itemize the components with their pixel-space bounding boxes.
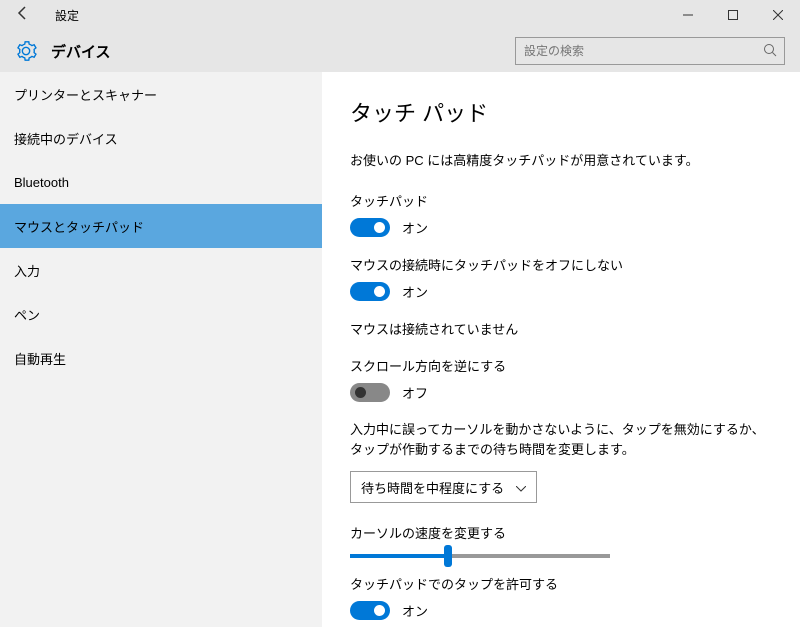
back-button[interactable] — [15, 5, 45, 26]
search-box — [515, 37, 785, 65]
page-title: タッチ パッド — [350, 96, 770, 128]
delay-dropdown[interactable]: 待ち時間を中程度にする — [350, 471, 537, 503]
tap-allow-state: オン — [402, 601, 428, 620]
close-icon — [773, 10, 783, 20]
sidebar-item-label: Bluetooth — [14, 175, 69, 190]
gear-icon — [15, 40, 37, 62]
cursor-speed-label: カーソルの速度を変更する — [350, 523, 770, 542]
sidebar-item-label: ペン — [14, 305, 40, 324]
sidebar-item-pen[interactable]: ペン — [0, 292, 322, 336]
scroll-reverse-state: オフ — [402, 383, 428, 402]
touchpad-toggle[interactable] — [350, 218, 390, 237]
sidebar-item-typing[interactable]: 入力 — [0, 248, 322, 292]
toggle-knob-icon — [374, 605, 385, 616]
toggle-knob-icon — [355, 387, 366, 398]
toggle-knob-icon — [374, 286, 385, 297]
tap-allow-label: タッチパッドでのタップを許可する — [350, 574, 770, 593]
toggle-knob-icon — [374, 222, 385, 233]
maximize-button[interactable] — [710, 0, 755, 30]
titlebar: 設定 — [0, 0, 800, 30]
slider-fill — [350, 554, 448, 558]
close-button[interactable] — [755, 0, 800, 30]
touchpad-label: タッチパッド — [350, 191, 770, 210]
dropdown-value: 待ち時間を中程度にする — [361, 478, 504, 497]
arrow-left-icon — [15, 5, 31, 21]
scroll-reverse-label: スクロール方向を逆にする — [350, 356, 770, 375]
sidebar-item-printers[interactable]: プリンターとスキャナー — [0, 72, 322, 116]
header: デバイス — [0, 30, 800, 72]
chevron-down-icon — [516, 480, 526, 495]
content-pane: タッチ パッド お使いの PC には高精度タッチパッドが用意されています。 タッ… — [322, 72, 800, 627]
header-title: デバイス — [51, 41, 111, 62]
search-input[interactable] — [515, 37, 785, 65]
sidebar-item-label: プリンターとスキャナー — [14, 85, 157, 104]
sidebar-item-bluetooth[interactable]: Bluetooth — [0, 160, 322, 204]
slider-thumb[interactable] — [444, 545, 452, 567]
sidebar-item-connected-devices[interactable]: 接続中のデバイス — [0, 116, 322, 160]
minimize-icon — [683, 10, 693, 20]
window-title: 設定 — [55, 7, 79, 24]
mouse-off-label: マウスの接続時にタッチパッドをオフにしない — [350, 255, 770, 274]
tap-allow-toggle[interactable] — [350, 601, 390, 620]
minimize-button[interactable] — [665, 0, 710, 30]
sidebar-item-label: マウスとタッチパッド — [14, 217, 144, 236]
sidebar: プリンターとスキャナー 接続中のデバイス Bluetooth マウスとタッチパッ… — [0, 72, 322, 627]
maximize-icon — [728, 10, 738, 20]
window-controls — [665, 0, 800, 30]
sidebar-item-mouse-touchpad[interactable]: マウスとタッチパッド — [0, 204, 322, 248]
mouse-status: マウスは接続されていません — [350, 319, 770, 338]
search-icon — [763, 43, 777, 57]
delay-description: 入力中に誤ってカーソルを動かさないように、タップを無効にするか、タップが作動する… — [350, 420, 770, 459]
cursor-speed-slider[interactable] — [350, 554, 610, 558]
scroll-reverse-toggle[interactable] — [350, 383, 390, 402]
mouse-off-state: オン — [402, 282, 428, 301]
sidebar-item-label: 自動再生 — [14, 349, 66, 368]
touchpad-state: オン — [402, 218, 428, 237]
mouse-off-toggle[interactable] — [350, 282, 390, 301]
intro-text: お使いの PC には高精度タッチパッドが用意されています。 — [350, 150, 770, 169]
sidebar-item-label: 入力 — [14, 261, 40, 280]
sidebar-item-autoplay[interactable]: 自動再生 — [0, 336, 322, 380]
sidebar-item-label: 接続中のデバイス — [14, 129, 118, 148]
